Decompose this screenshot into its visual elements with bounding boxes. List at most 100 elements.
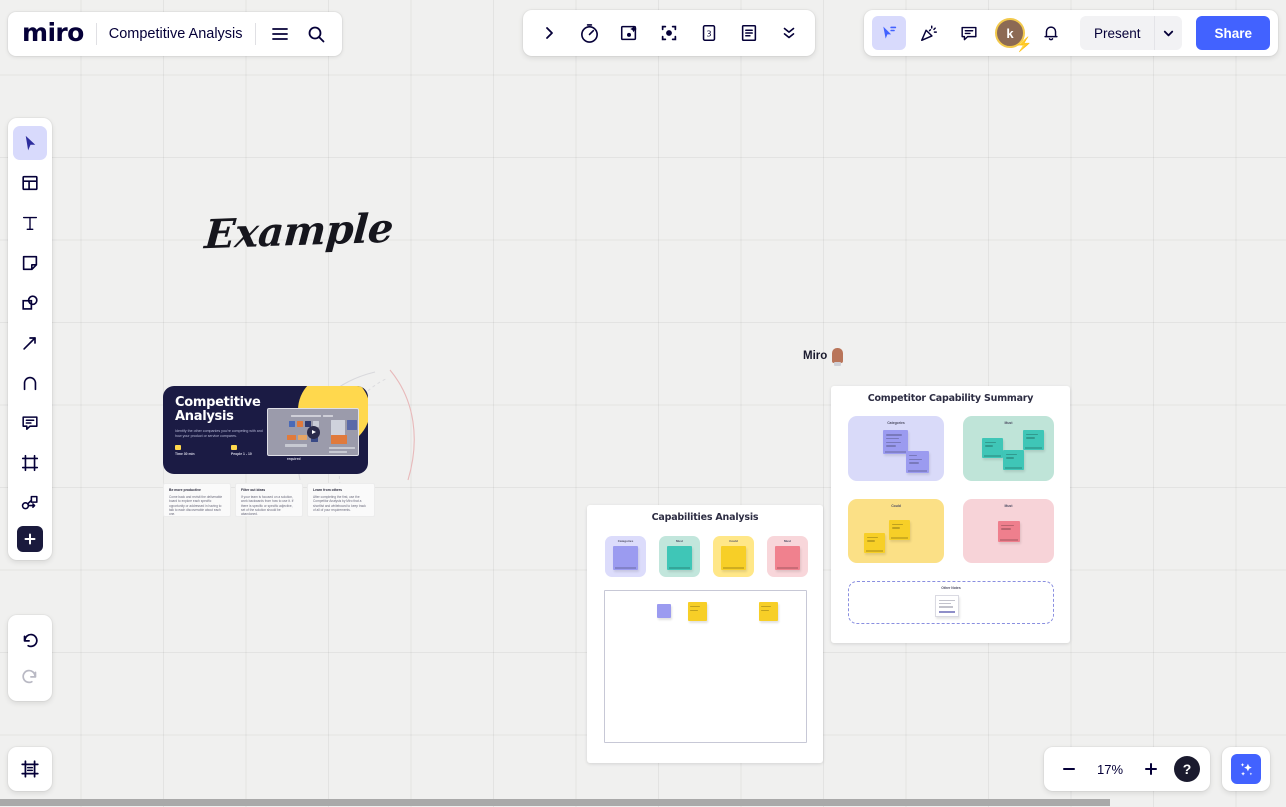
templates-tool[interactable]	[13, 166, 47, 200]
capability-tile-could[interactable]: Could	[713, 536, 754, 577]
sticky-note[interactable]	[688, 602, 707, 621]
sticky-note[interactable]	[721, 546, 746, 570]
share-button[interactable]: Share	[1196, 16, 1270, 50]
capabilities-inner-board[interactable]	[604, 590, 807, 743]
capabilities-analysis-frame[interactable]: Capabilities Analysis Categories Must Co…	[587, 505, 823, 763]
sparkles-icon[interactable]	[1231, 754, 1261, 784]
miro-board-app: Example Competitive Analysis Identify th…	[0, 0, 1286, 807]
divider	[95, 23, 97, 45]
zone-label: Must	[1004, 504, 1013, 508]
info-card-filter-out-ideas[interactable]: Filter out ideas If your team is focused…	[235, 483, 303, 517]
board-canvas[interactable]: Example Competitive Analysis Identify th…	[0, 0, 1286, 807]
info-card-heading: Learn from others	[313, 488, 343, 492]
info-card-body: Come back and revisit the deliverable bo…	[169, 495, 223, 517]
capability-tile-must-1[interactable]: Must	[659, 536, 700, 577]
sticky-note[interactable]	[864, 533, 885, 553]
sticky-note[interactable]	[775, 546, 800, 570]
sticky-note[interactable]	[889, 520, 910, 540]
info-card-heading: Be more productive	[169, 488, 201, 492]
competitive-analysis-card[interactable]: Competitive Analysis Identify the other …	[163, 386, 368, 474]
horizontal-scrollbar-track[interactable]	[0, 798, 1286, 807]
zoom-out-button[interactable]	[1054, 754, 1084, 784]
sticky-note[interactable]	[982, 438, 1003, 458]
timer-icon[interactable]	[573, 17, 605, 49]
help-button[interactable]: ?	[1174, 756, 1200, 782]
summary-zone-categories[interactable]: Categories	[848, 416, 944, 481]
sticky-note[interactable]	[759, 602, 778, 621]
hamburger-menu-icon[interactable]	[268, 22, 292, 46]
creation-toolbar	[8, 118, 52, 560]
ca-card-subtitle: Identify the other companies you're comp…	[175, 429, 263, 439]
search-icon[interactable]	[304, 22, 328, 46]
celebrate-icon[interactable]	[912, 16, 946, 50]
summary-zone-must-1[interactable]: Must	[963, 416, 1054, 481]
summary-other-notes-box[interactable]: Other Notes	[848, 581, 1054, 624]
sticky-note[interactable]	[883, 430, 908, 454]
collaborator-cursor: Miro	[803, 348, 844, 366]
board-title[interactable]: Competitive Analysis	[109, 26, 243, 42]
connection-line-tool[interactable]	[13, 326, 47, 360]
comments-icon[interactable]	[952, 16, 986, 50]
sticky-note-tool[interactable]	[13, 246, 47, 280]
text-tool[interactable]	[13, 206, 47, 240]
miro-logo[interactable]: miro	[22, 20, 84, 49]
focus-mode-icon[interactable]	[653, 17, 685, 49]
tile-label: Categories	[617, 539, 634, 543]
other-notes-label: Other Notes	[941, 586, 961, 590]
info-card-be-more-productive[interactable]: Be more productive Come back and revisit…	[163, 483, 231, 517]
example-label: Example	[203, 204, 395, 259]
divider	[254, 23, 256, 45]
summary-zone-must-2[interactable]: Must	[963, 499, 1054, 563]
sticky-note[interactable]	[657, 604, 671, 618]
present-group: Present	[1079, 16, 1183, 50]
zoom-in-button[interactable]	[1136, 754, 1166, 784]
play-icon[interactable]	[306, 425, 320, 439]
notifications-bell-icon[interactable]	[1034, 16, 1068, 50]
zoom-level-label[interactable]: 17%	[1088, 762, 1132, 777]
more-tools-chevron-icon[interactable]	[773, 17, 805, 49]
present-dropdown-chevron-icon[interactable]	[1154, 16, 1183, 50]
user-actions-toolbar: k ⚡ Present Share	[863, 10, 1278, 56]
notes-icon[interactable]	[733, 17, 765, 49]
sticky-note[interactable]	[1023, 430, 1044, 450]
sticky-note[interactable]	[667, 546, 692, 570]
frame-tool[interactable]	[13, 446, 47, 480]
select-tool[interactable]	[13, 126, 47, 160]
undo-button[interactable]	[13, 623, 47, 657]
competitor-capability-summary-frame[interactable]: Competitor Capability Summary Categories…	[831, 386, 1070, 643]
cursor-chat-tool[interactable]	[871, 16, 906, 50]
capability-tile-must-2[interactable]: Must	[767, 536, 808, 577]
capability-tile-categories[interactable]: Categories	[605, 536, 646, 577]
present-button[interactable]: Present	[1079, 16, 1155, 50]
competitor-capability-summary-title: Competitor Capability Summary	[867, 393, 1034, 404]
user-avatar[interactable]: k ⚡	[994, 18, 1032, 51]
shapes-tool[interactable]	[13, 286, 47, 320]
board-header: miro Competitive Analysis	[8, 12, 342, 56]
info-card-learn-from-others[interactable]: Learn from others After completing the f…	[307, 483, 375, 517]
summary-zone-could[interactable]: Could	[848, 499, 944, 563]
zoom-controls: 17% ?	[1044, 747, 1210, 791]
horizontal-scrollbar-thumb[interactable]	[0, 799, 1110, 806]
frames-panel-button[interactable]	[8, 747, 52, 791]
ca-meta-chip-people	[231, 445, 237, 451]
zone-label: Must	[1004, 421, 1013, 425]
sticky-note[interactable]	[1003, 450, 1024, 470]
diagram-tool[interactable]	[13, 486, 47, 520]
tile-label: Could	[729, 539, 738, 543]
sticky-note[interactable]	[998, 521, 1020, 542]
ca-card-title: Competitive Analysis	[175, 395, 261, 424]
sticky-note[interactable]	[906, 451, 929, 473]
comment-tool[interactable]	[13, 406, 47, 440]
ca-card-video-thumbnail[interactable]	[267, 408, 359, 456]
document-note[interactable]	[935, 595, 959, 617]
expand-toolbar-chevron-icon[interactable]	[533, 17, 565, 49]
sticky-note[interactable]	[613, 546, 638, 570]
screenshot-icon[interactable]	[613, 17, 645, 49]
pen-tool[interactable]	[13, 366, 47, 400]
ai-panel	[1222, 747, 1270, 791]
capabilities-analysis-title: Capabilities Analysis	[651, 512, 759, 523]
more-apps-tool[interactable]	[17, 526, 43, 552]
history-toolbar	[8, 615, 52, 701]
redo-button[interactable]	[13, 659, 47, 693]
voting-icon[interactable]: 3	[693, 17, 725, 49]
